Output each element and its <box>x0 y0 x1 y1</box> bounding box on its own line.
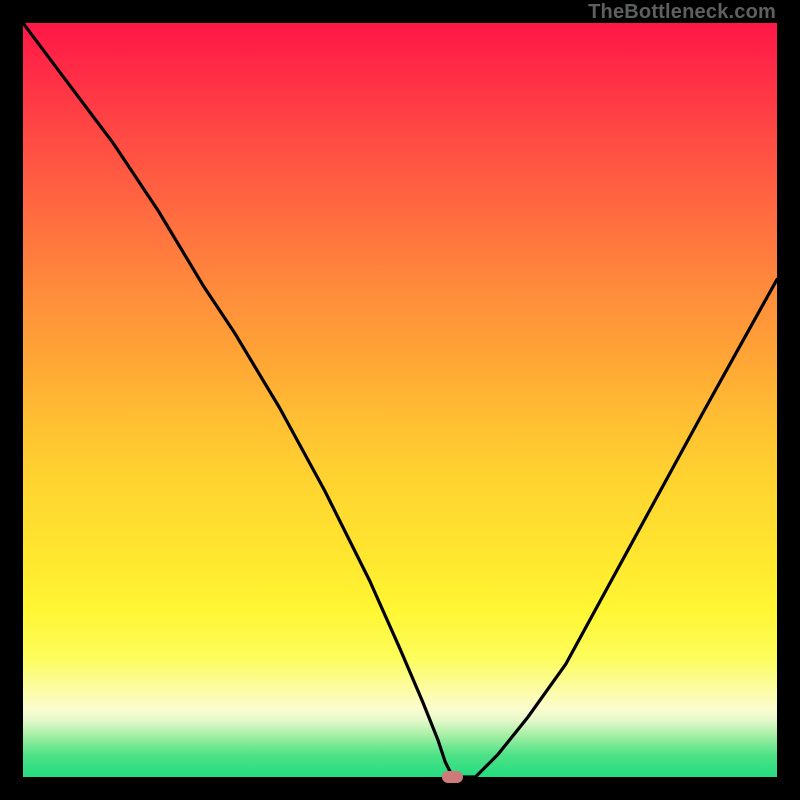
curve-path <box>23 23 777 777</box>
plot-area <box>23 23 777 777</box>
chart-frame: TheBottleneck.com <box>0 0 800 800</box>
watermark-text: TheBottleneck.com <box>588 1 776 24</box>
bottleneck-curve <box>23 23 777 777</box>
minimum-marker <box>442 771 463 784</box>
